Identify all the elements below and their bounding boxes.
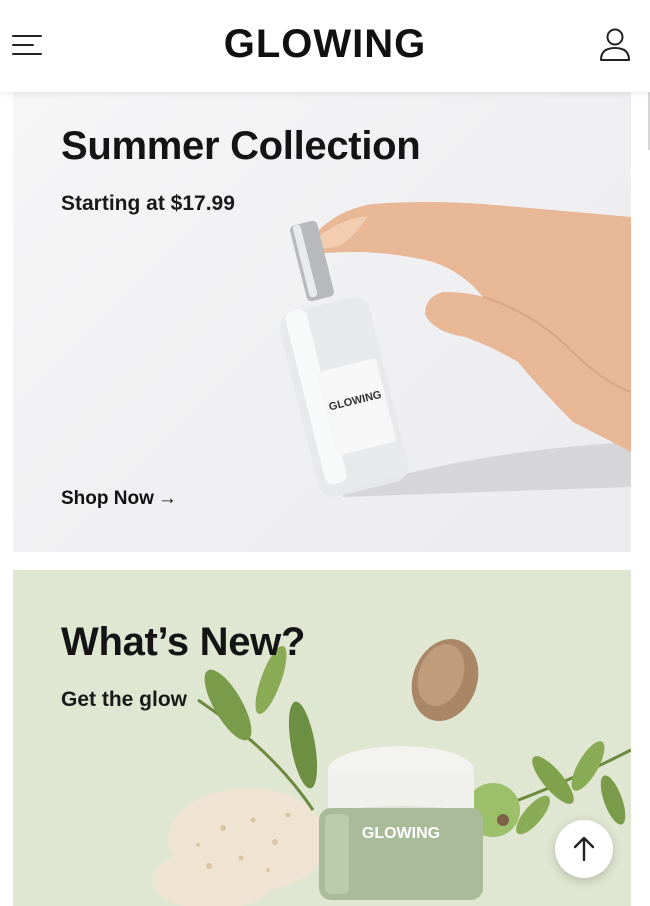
- banner-subtitle: Starting at $17.99: [61, 192, 235, 215]
- shop-now-link[interactable]: Shop Now →: [61, 488, 177, 510]
- summer-collection-banner[interactable]: GLOWING Summer Collection Starting at $1…: [13, 92, 631, 552]
- jar-brand-label: GLOWING: [362, 825, 440, 842]
- arrow-up-icon: [573, 836, 595, 862]
- user-account-icon[interactable]: [598, 26, 632, 64]
- arrow-right-icon: →: [157, 488, 177, 509]
- brand-logo[interactable]: GLOWING: [0, 22, 650, 67]
- banner-title: What’s New?: [61, 620, 306, 664]
- site-header: GLOWING: [0, 0, 650, 92]
- shop-now-label: Shop Now: [61, 488, 154, 509]
- banner-title: Summer Collection: [61, 124, 421, 168]
- banner-subtitle: Get the glow: [61, 688, 187, 711]
- scroll-to-top-button[interactable]: [555, 820, 613, 878]
- whats-new-banner[interactable]: GLOWING What’s New? Get the glow: [13, 570, 631, 906]
